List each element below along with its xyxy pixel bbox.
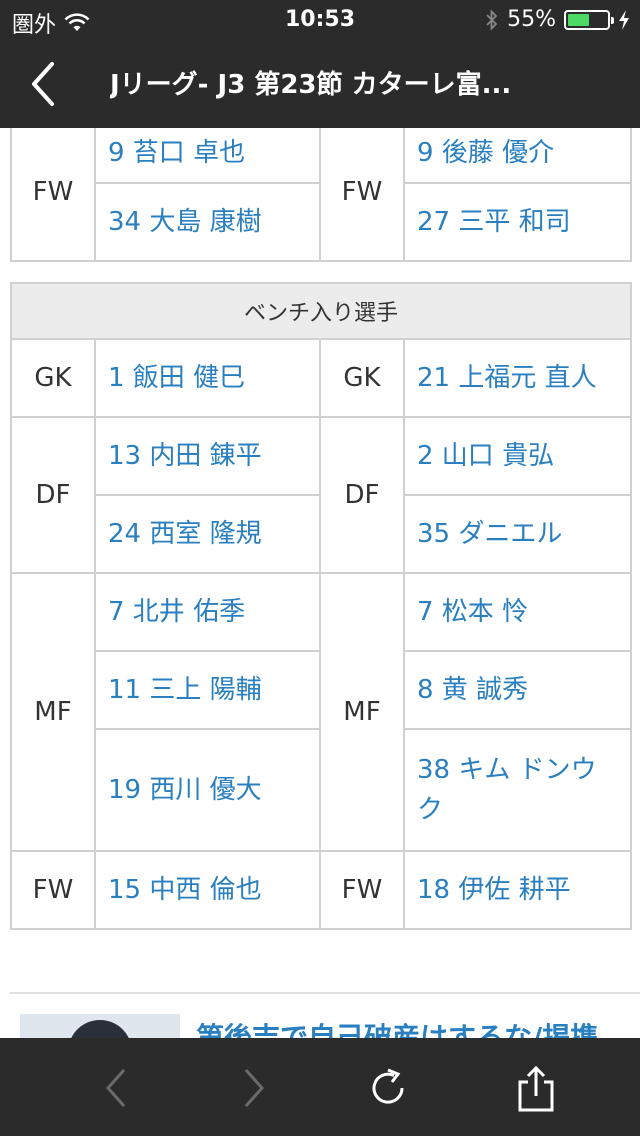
bluetooth-icon (486, 8, 498, 31)
navigation-bar: Jリーグ- J3 第23節 カターレ富... (0, 40, 640, 128)
away-player-link[interactable]: 9 後藤 優介 (403, 128, 632, 184)
position-cell: MF (319, 572, 405, 852)
battery-level (568, 13, 589, 26)
away-player-link[interactable]: 7 松本 怜 (402, 572, 633, 652)
page-title: Jリーグ- J3 第23節 カターレ富... (110, 70, 512, 100)
forward-icon[interactable] (228, 1064, 276, 1112)
away-player-link[interactable]: 8 黄 誠秀 (402, 650, 633, 730)
bench-table: ベンチ入り選手 GK 1 飯田 健巳 GK 21 上福元 直人 DF 13 内田 錬平 DF… (9, 282, 633, 930)
article-link[interactable]: 第後吉で自己破産はするな/掲携 (196, 1016, 636, 1038)
position-cell: DF (319, 416, 405, 574)
home-player-link[interactable]: 24 西室 隆規 (94, 494, 321, 574)
reload-icon[interactable] (364, 1064, 412, 1112)
table-row: GK 1 飯田 健巳 GK 21 上福元 直人 (10, 338, 633, 418)
battery-percent: 55% (507, 7, 556, 32)
home-player-link[interactable]: 1 飯田 健巳 (94, 338, 321, 418)
person-photo (68, 1020, 132, 1038)
home-player-link[interactable]: 9 苔口 卓也 (94, 128, 321, 184)
table-row: FW 9 苔口 卓也 FW 9 後藤 優介 (10, 128, 632, 262)
position-cell: MF (10, 572, 96, 852)
away-player-link[interactable]: 18 伊佐 耕平 (402, 850, 633, 930)
section-divider (10, 992, 640, 994)
bench-header: ベンチ入り選手 (9, 282, 633, 340)
away-player-link[interactable]: 2 山口 貴弘 (402, 416, 633, 496)
home-player-link[interactable]: 15 中西 倫也 (94, 850, 321, 930)
article-thumbnail[interactable] (20, 1014, 180, 1038)
status-right: 55% (485, 7, 630, 32)
position-cell: FW (319, 850, 405, 930)
home-player-link[interactable]: 7 北井 佑季 (94, 572, 321, 652)
table-row: FW 15 中西 倫也 FW 18 伊佐 耕平 (10, 850, 633, 930)
status-bar: 圏外 10:53 55% (0, 0, 640, 40)
away-player-link[interactable]: 27 三平 和司 (403, 182, 632, 262)
back-icon[interactable] (94, 1064, 142, 1112)
away-player-link[interactable]: 38 キム ドンウク (402, 728, 633, 852)
home-player-link[interactable]: 34 大島 康樹 (94, 182, 321, 262)
table-row: MF 7 北井 佑季 MF 7 松本 怜 (10, 572, 633, 852)
position-cell: DF (10, 416, 96, 574)
position-cell: FW (10, 850, 96, 930)
position-cell: FW (319, 128, 405, 262)
page-content: FW 9 苔口 卓也 FW 9 後藤 優介 34 大島 康樹 27 三平 和司 ベンチ入り… (0, 128, 640, 1038)
back-chevron-icon[interactable] (18, 56, 70, 112)
position-cell: GK (319, 338, 405, 418)
home-player-link[interactable]: 11 三上 陽輔 (94, 650, 321, 730)
position-cell: FW (10, 128, 96, 262)
browser-toolbar (0, 1038, 640, 1136)
table-row: DF 13 内田 錬平 DF 2 山口 貴弘 (10, 416, 633, 574)
starting-lineup-table: FW 9 苔口 卓也 FW 9 後藤 優介 34 大島 康樹 27 三平 和司 (10, 128, 632, 262)
battery-icon (564, 9, 614, 30)
away-player-link[interactable]: 35 ダニエル (402, 494, 633, 574)
charging-bolt-icon (619, 9, 629, 30)
home-player-link[interactable]: 13 内田 錬平 (94, 416, 321, 496)
position-cell: GK (10, 338, 96, 418)
away-player-link[interactable]: 21 上福元 直人 (402, 338, 633, 418)
share-icon[interactable] (512, 1064, 560, 1112)
home-player-link[interactable]: 19 西川 優大 (94, 728, 321, 852)
